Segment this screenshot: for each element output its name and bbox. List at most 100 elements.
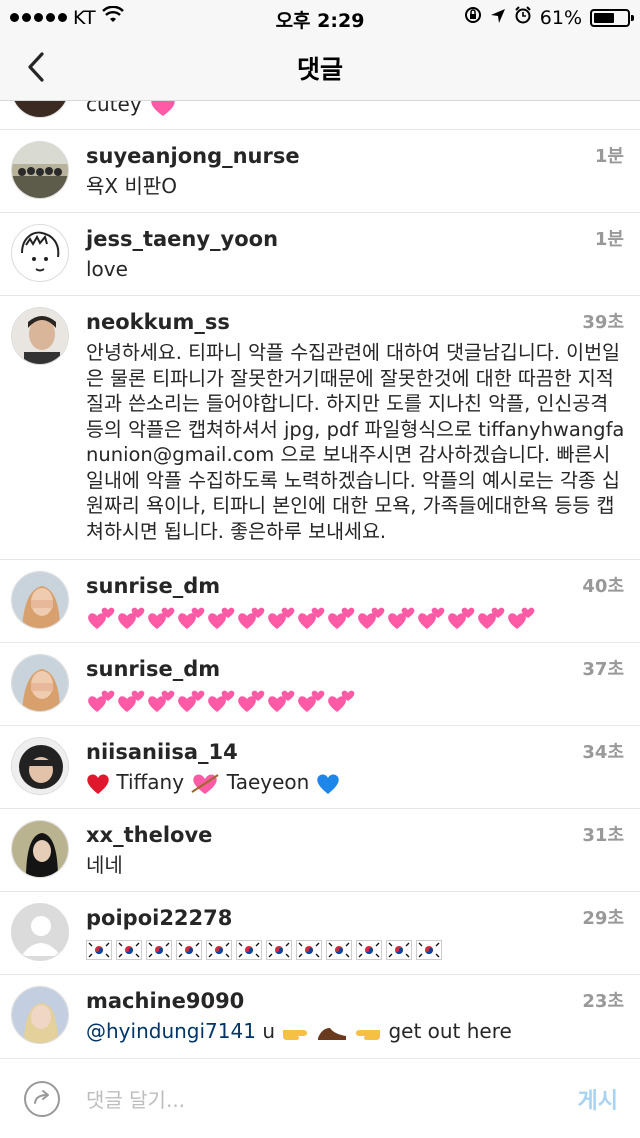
comment-item: poipoi22278 29초 bbox=[0, 892, 640, 975]
south-korea-flag-icon bbox=[356, 936, 382, 960]
post-button[interactable]: 게시 bbox=[578, 1083, 618, 1115]
comment-hearts bbox=[86, 604, 626, 630]
comment-item: sunrise_dm 37초 bbox=[0, 643, 640, 726]
comment-username[interactable]: sunrise_dm bbox=[86, 574, 220, 598]
two-hearts-icon bbox=[146, 687, 176, 712]
comment-text: 욕X 비판O bbox=[86, 174, 178, 198]
comment-item: machine9090 23초 @hyindungi7141 u get out… bbox=[0, 975, 640, 1058]
south-korea-flag-icon bbox=[266, 936, 292, 960]
two-hearts-icon bbox=[116, 604, 146, 629]
two-hearts-icon bbox=[116, 687, 146, 712]
blue-heart-icon bbox=[316, 770, 340, 794]
two-hearts-icon bbox=[236, 604, 266, 629]
south-korea-flag-icon bbox=[236, 936, 262, 960]
comment-time: 34초 bbox=[582, 742, 624, 763]
comment-time: 1분 bbox=[594, 229, 624, 250]
comment-item: jess_taeny_yoon 1분 love bbox=[0, 213, 640, 296]
status-bar: KT 오후 2:29 61% bbox=[0, 0, 640, 34]
two-hearts-icon bbox=[506, 604, 536, 629]
comment-hearts bbox=[86, 687, 626, 713]
comment-username[interactable]: xx_thelove bbox=[86, 823, 212, 847]
nav-bar: 댓글 bbox=[0, 34, 640, 101]
two-hearts-icon bbox=[86, 687, 116, 712]
avatar[interactable] bbox=[11, 654, 69, 712]
two-hearts-icon bbox=[326, 687, 356, 712]
comment-text: 네네 bbox=[86, 853, 123, 877]
two-hearts-icon bbox=[206, 687, 236, 712]
comment-time: 31초 bbox=[582, 825, 624, 846]
comment-time: 39초 bbox=[582, 312, 624, 333]
comment-input[interactable] bbox=[84, 1079, 548, 1121]
comment-item: xx_thelove 31초 네네 bbox=[0, 809, 640, 892]
comment-time: 40초 bbox=[582, 576, 624, 597]
comment-item: niisaniisa_14 34초 Tiffany Taeyeon bbox=[0, 726, 640, 809]
avatar[interactable] bbox=[11, 737, 69, 795]
pointing-left-icon bbox=[354, 1019, 382, 1043]
mention-link[interactable]: @hyindungi7141 bbox=[86, 1019, 256, 1043]
south-korea-flag-icon bbox=[326, 936, 352, 960]
comment-username[interactable]: sunrise_dm bbox=[86, 657, 220, 681]
south-korea-flag-icon bbox=[146, 936, 172, 960]
avatar[interactable] bbox=[11, 820, 69, 878]
red-heart-icon bbox=[86, 770, 110, 794]
comment-item: sunrise_dm 40초 bbox=[0, 560, 640, 643]
two-hearts-icon bbox=[176, 604, 206, 629]
alarm-icon bbox=[514, 6, 532, 29]
south-korea-flag-icon bbox=[176, 936, 202, 960]
comment-time: 1분 bbox=[594, 146, 624, 167]
avatar[interactable] bbox=[11, 224, 69, 282]
battery-percent: 61% bbox=[539, 6, 582, 29]
comment-text: love bbox=[86, 257, 128, 281]
two-hearts-icon bbox=[296, 687, 326, 712]
south-korea-flag-icon bbox=[86, 936, 112, 960]
comment-username[interactable]: jess_taeny_yoon bbox=[86, 227, 278, 251]
two-hearts-icon bbox=[86, 604, 116, 629]
page-title: 댓글 bbox=[296, 55, 343, 84]
two-hearts-icon bbox=[326, 604, 356, 629]
comment-composer: 게시 bbox=[0, 1058, 640, 1138]
avatar[interactable] bbox=[11, 307, 69, 365]
comment-username[interactable]: suyeanjong_nurse bbox=[86, 144, 300, 168]
comment-time: 23초 bbox=[582, 991, 624, 1012]
comment-item: suyeanjong_nurse 1분 욕X 비판O bbox=[0, 130, 640, 213]
comment-time: 37초 bbox=[582, 659, 624, 680]
comment-text: @hyindungi7141 u get out here bbox=[86, 1019, 512, 1043]
avatar[interactable] bbox=[11, 571, 69, 629]
two-hearts-icon bbox=[476, 604, 506, 629]
shoe-icon bbox=[316, 1019, 348, 1043]
location-icon bbox=[490, 7, 506, 29]
avatar[interactable] bbox=[11, 141, 69, 199]
comment-text: 안녕하세요. 티파니 악플 수집관련에 대하여 댓글남깁니다. 이번일은 물론 … bbox=[86, 341, 625, 543]
south-korea-flag-icon bbox=[206, 936, 232, 960]
battery-icon bbox=[590, 8, 634, 27]
avatar[interactable] bbox=[11, 903, 69, 961]
two-hearts-icon bbox=[146, 604, 176, 629]
reply-arrow-icon[interactable] bbox=[22, 1079, 62, 1119]
two-hearts-icon bbox=[266, 604, 296, 629]
two-hearts-icon bbox=[176, 687, 206, 712]
two-hearts-icon bbox=[416, 604, 446, 629]
two-hearts-icon bbox=[446, 604, 476, 629]
two-hearts-icon bbox=[266, 687, 296, 712]
pointing-right-icon bbox=[281, 1019, 309, 1043]
south-korea-flag-icon bbox=[386, 936, 412, 960]
south-korea-flag-icon bbox=[296, 936, 322, 960]
south-korea-flag-icon bbox=[116, 936, 142, 960]
comment-text: Tiffany Taeyeon bbox=[86, 770, 626, 796]
heart-arrow-icon bbox=[190, 770, 220, 794]
comment-flags bbox=[86, 936, 626, 962]
comment-item: neokkum_ss 39초 안녕하세요. 티파니 악플 수집관련에 대하여 댓… bbox=[0, 296, 640, 560]
rotation-lock-icon bbox=[464, 6, 482, 29]
south-korea-flag-icon bbox=[416, 936, 442, 960]
comment-username[interactable]: niisaniisa_14 bbox=[86, 740, 238, 764]
two-hearts-icon bbox=[356, 604, 386, 629]
comment-time: 29초 bbox=[582, 908, 624, 929]
comment-username[interactable]: machine9090 bbox=[86, 989, 244, 1013]
two-hearts-icon bbox=[206, 604, 236, 629]
two-hearts-icon bbox=[236, 687, 266, 712]
comment-username[interactable]: poipoi22278 bbox=[86, 906, 232, 930]
two-hearts-icon bbox=[296, 604, 326, 629]
comment-username[interactable]: neokkum_ss bbox=[86, 310, 230, 334]
avatar[interactable] bbox=[11, 986, 69, 1044]
two-hearts-icon bbox=[386, 604, 416, 629]
